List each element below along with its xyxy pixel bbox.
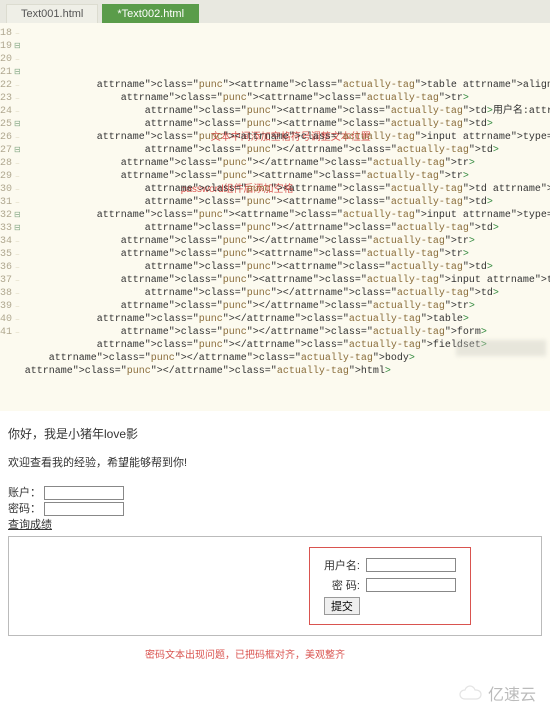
preview-panel: 你好，我是小猪年love影 欢迎查看我的经验，希望能够帮到你! 账户： 密码： … bbox=[0, 411, 550, 661]
password-input-mini[interactable] bbox=[44, 502, 124, 516]
red-caption-text: 密码文本出现问题，已把码框对齐，美观整齐 bbox=[8, 646, 482, 661]
tab-bar: Text001.html *Text002.html bbox=[0, 0, 550, 23]
code-editor[interactable]: 1819202122232425262728293031323334353637… bbox=[0, 23, 550, 391]
form-input-password[interactable] bbox=[366, 578, 456, 592]
form-submit-button[interactable] bbox=[324, 597, 360, 615]
label-account: 账户： bbox=[8, 487, 41, 499]
footer-brand: 亿速云 bbox=[0, 661, 550, 713]
tab-text001[interactable]: Text001.html bbox=[6, 4, 98, 23]
code-editor-panel: Text001.html *Text002.html 1819202122232… bbox=[0, 0, 550, 411]
account-input[interactable] bbox=[44, 486, 124, 500]
tab-text002[interactable]: *Text002.html bbox=[102, 4, 199, 23]
form-label-password: 密 码: bbox=[322, 576, 362, 594]
greeting-line-2: 欢迎查看我的经验，希望能够帮到你! bbox=[8, 454, 542, 470]
query-score-link[interactable]: 查询成绩 bbox=[8, 519, 52, 531]
rendered-form-container: 用户名: 密 码: bbox=[8, 536, 542, 636]
highlighted-form-block: 用户名: 密 码: bbox=[309, 547, 471, 625]
mini-login-form: 账户： 密码： 查询成绩 bbox=[8, 484, 542, 532]
code-content[interactable]: 文本中间添加空格符号调整文本位置 password组件后添加空格 attrnam… bbox=[21, 27, 550, 391]
form-input-user[interactable] bbox=[366, 558, 456, 572]
label-password-mini: 密码： bbox=[8, 503, 41, 515]
line-number-gutter: 1819202122232425262728293031323334353637… bbox=[0, 27, 14, 391]
greeting-line-1: 你好，我是小猪年love影 bbox=[8, 425, 542, 442]
watermark-smudge bbox=[456, 340, 546, 356]
cloud-icon bbox=[458, 685, 486, 701]
footer-brand-text: 亿速云 bbox=[488, 681, 536, 705]
fold-gutter: —⊟—⊟———⊟—⊟————⊟⊟———————— bbox=[14, 27, 21, 391]
form-label-user: 用户名: bbox=[322, 556, 362, 574]
